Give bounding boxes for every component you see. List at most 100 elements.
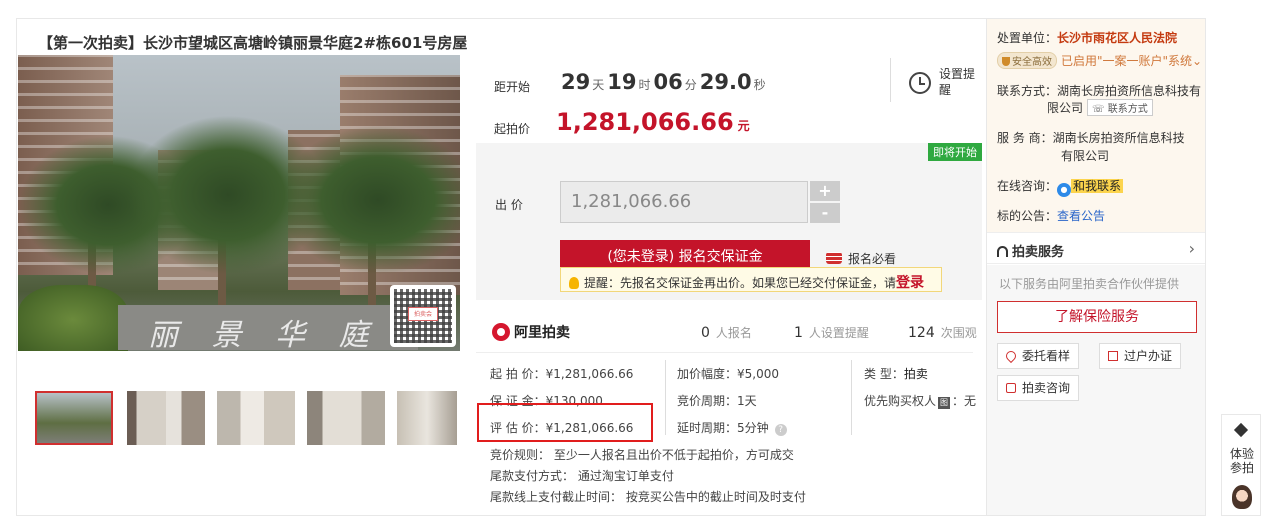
tip-text: 提醒：先报名交保证金再出价。如果您已经交付保证金，请 — [584, 276, 897, 290]
view-count: 124 次围观 — [908, 324, 977, 341]
headset-icon — [997, 246, 1008, 257]
chevron-down-icon[interactable]: ⌄ — [1192, 54, 1202, 68]
ali-auction-logo: 阿里拍卖 — [492, 322, 570, 342]
right-sidebar: 处置单位：长沙市雨花区人民法院 安全高效 已启用"一案一账户"系统⌄ 联系方式：湖… — [986, 18, 1206, 516]
priority-icon[interactable]: 图 — [938, 397, 951, 409]
info-rule: 竞价规则： 至少一人报名且出价不低于起拍价，方可成交 — [490, 448, 794, 462]
signup-count: 0 人报名 — [701, 324, 752, 341]
login-link[interactable]: 登录 — [896, 275, 924, 291]
consult-line: 在线咨询： ● 和我联系 — [997, 177, 1124, 197]
consult-label: 在线咨询： — [997, 179, 1058, 193]
days-unit: 天 — [592, 78, 605, 92]
service-line-2: 有限公司 — [1061, 149, 1110, 163]
consult-button-label: 拍卖咨询 — [1022, 381, 1071, 395]
set-reminder-label: 设置提醒 — [939, 67, 976, 97]
entrance-sign: 丽 景 华 庭 — [148, 318, 381, 351]
safe-badge-text: 安全高效 — [1012, 57, 1052, 68]
countdown-days: 29 — [561, 70, 591, 94]
minutes-unit: 分 — [684, 78, 697, 92]
set-reminder-button[interactable]: 设置提醒 — [909, 66, 989, 102]
transfer-button[interactable]: 过户办证 — [1099, 343, 1182, 369]
info-delay: 延时周期：5分钟? — [677, 419, 787, 436]
reminder-label: 人设置提醒 — [808, 326, 869, 340]
signup-number: 0 — [701, 325, 710, 341]
stamp-icon — [1108, 351, 1118, 361]
contact-value: 湖南长房拍资所信息科技有 — [1057, 84, 1202, 98]
one-account-link[interactable]: 已启用"一案一账户"系统 — [1061, 54, 1192, 68]
countdown-hours: 19 — [607, 70, 637, 94]
info-period: 竞价周期：1天 — [677, 394, 757, 408]
reminder-number: 1 — [794, 325, 803, 341]
services-description: 以下服务由阿里拍卖合作伙伴提供 — [999, 277, 1180, 291]
try-bidding-button[interactable]: 体验参拍 — [1228, 447, 1256, 475]
service-value: 湖南长房拍资所信息科技 — [1052, 131, 1185, 145]
info-type: 类 型：拍卖 — [864, 365, 928, 382]
contact-label: 联系方式： — [997, 84, 1058, 98]
gavel-icon — [1233, 422, 1249, 438]
hours-unit: 时 — [638, 78, 651, 92]
countdown-seconds: 29.0 — [699, 70, 752, 94]
consult-link[interactable]: 和我联系 — [1071, 179, 1124, 193]
services-area: 以下服务由阿里拍卖合作伙伴提供 了解保险服务 委托看样 过户办证 拍卖咨询 — [987, 265, 1205, 515]
thumbnail-2[interactable] — [127, 391, 205, 445]
floating-toolbar: 体验参拍 — [1221, 414, 1261, 516]
signup-label: 人报名 — [715, 326, 752, 340]
consult-button[interactable]: 拍卖咨询 — [997, 375, 1080, 401]
decrease-bid-button[interactable]: - — [810, 203, 840, 223]
court-label: 处置单位： — [997, 31, 1058, 45]
start-price-label: 起拍价 — [494, 122, 531, 136]
countdown-label: 距开始 — [494, 80, 531, 94]
divider — [851, 360, 852, 435]
must-read-link[interactable]: 报名必看 — [826, 250, 896, 267]
qr-code: 拍卖会 — [390, 285, 456, 347]
services-header[interactable]: 拍卖服务 › — [987, 232, 1205, 264]
divider — [890, 58, 891, 102]
must-read-label: 报名必看 — [848, 252, 897, 266]
thumbnail-1[interactable] — [35, 391, 113, 445]
type-value: 拍卖 — [903, 367, 928, 381]
info-priority: 优先购买权人图：无 — [864, 392, 976, 409]
contact-button-label: 联系方式 — [1107, 104, 1148, 115]
bid-amount-input[interactable]: 1,281,066.66 — [560, 181, 808, 223]
reminder-count: 1 人设置提醒 — [794, 324, 869, 341]
countdown-minutes: 06 — [653, 70, 683, 94]
lightbulb-icon — [569, 277, 579, 289]
status-badge: 即将开始 — [928, 143, 982, 161]
page-title: 【第一次拍卖】长沙市望城区高塘岭镇丽景华庭2#栋601号房屋 — [38, 34, 468, 52]
insurance-button[interactable]: 了解保险服务 — [997, 301, 1197, 333]
bid-panel: 即将开始 出 价 1,281,066.66 + - (您未登录) 报名交保证金 … — [476, 143, 982, 300]
entrust-viewing-button[interactable]: 委托看样 — [997, 343, 1080, 369]
thumbnail-4[interactable] — [307, 391, 385, 445]
increase-bid-button[interactable]: + — [810, 181, 840, 201]
appraisal-highlight — [477, 403, 653, 442]
court-value[interactable]: 长沙市雨花区人民法院 — [1057, 31, 1177, 45]
notice-link[interactable]: 查看公告 — [1057, 209, 1105, 223]
brand-name: 阿里拍卖 — [514, 325, 570, 341]
auction-stats: 阿里拍卖 0 人报名 1 人设置提醒 124 次围观 — [476, 318, 977, 354]
contact-button[interactable]: ☏ 联系方式 — [1087, 99, 1153, 116]
login-reminder: 提醒：先报名交保证金再出价。如果您已经交付保证金，请登录 — [560, 267, 942, 292]
help-icon[interactable]: ? — [774, 424, 787, 436]
info-payment: 尾款支付方式： 通过淘宝订单支付 — [490, 469, 674, 483]
thumbnail-3[interactable] — [217, 391, 295, 445]
avatar[interactable] — [1232, 485, 1252, 509]
info-start-price: 起 拍 价：¥1,281,066.66 — [490, 367, 634, 381]
main-photo[interactable]: 丽 景 华 庭 拍卖会 — [18, 55, 460, 351]
court-info: 处置单位：长沙市雨花区人民法院 安全高效 已启用"一案一账户"系统⌄ 联系方式：湖… — [987, 19, 1205, 232]
view-label: 次围观 — [940, 326, 977, 340]
location-pin-icon — [1003, 348, 1019, 364]
contact-value-cont: 限公司 — [1047, 101, 1084, 115]
coins-icon — [826, 252, 842, 264]
thumbnail-5[interactable] — [397, 391, 457, 445]
notice-line: 标的公告：查看公告 — [997, 207, 1105, 224]
phone-icon: ☏ — [1092, 104, 1108, 115]
countdown-timer: 29 天 19 时 06 分 29.0 秒 — [561, 70, 769, 94]
chat-bubble-icon[interactable]: ● — [1057, 183, 1072, 197]
qr-logo: 拍卖会 — [408, 307, 438, 321]
safety-line: 安全高效 已启用"一案一账户"系统⌄ — [997, 52, 1202, 69]
delay-text: 延时周期：5分钟 — [677, 421, 769, 435]
start-price-value: 1,281,066.66 — [556, 108, 734, 136]
view-number: 124 — [908, 325, 935, 341]
transfer-label: 过户办证 — [1124, 349, 1173, 363]
services-title: 拍卖服务 — [1012, 245, 1065, 260]
